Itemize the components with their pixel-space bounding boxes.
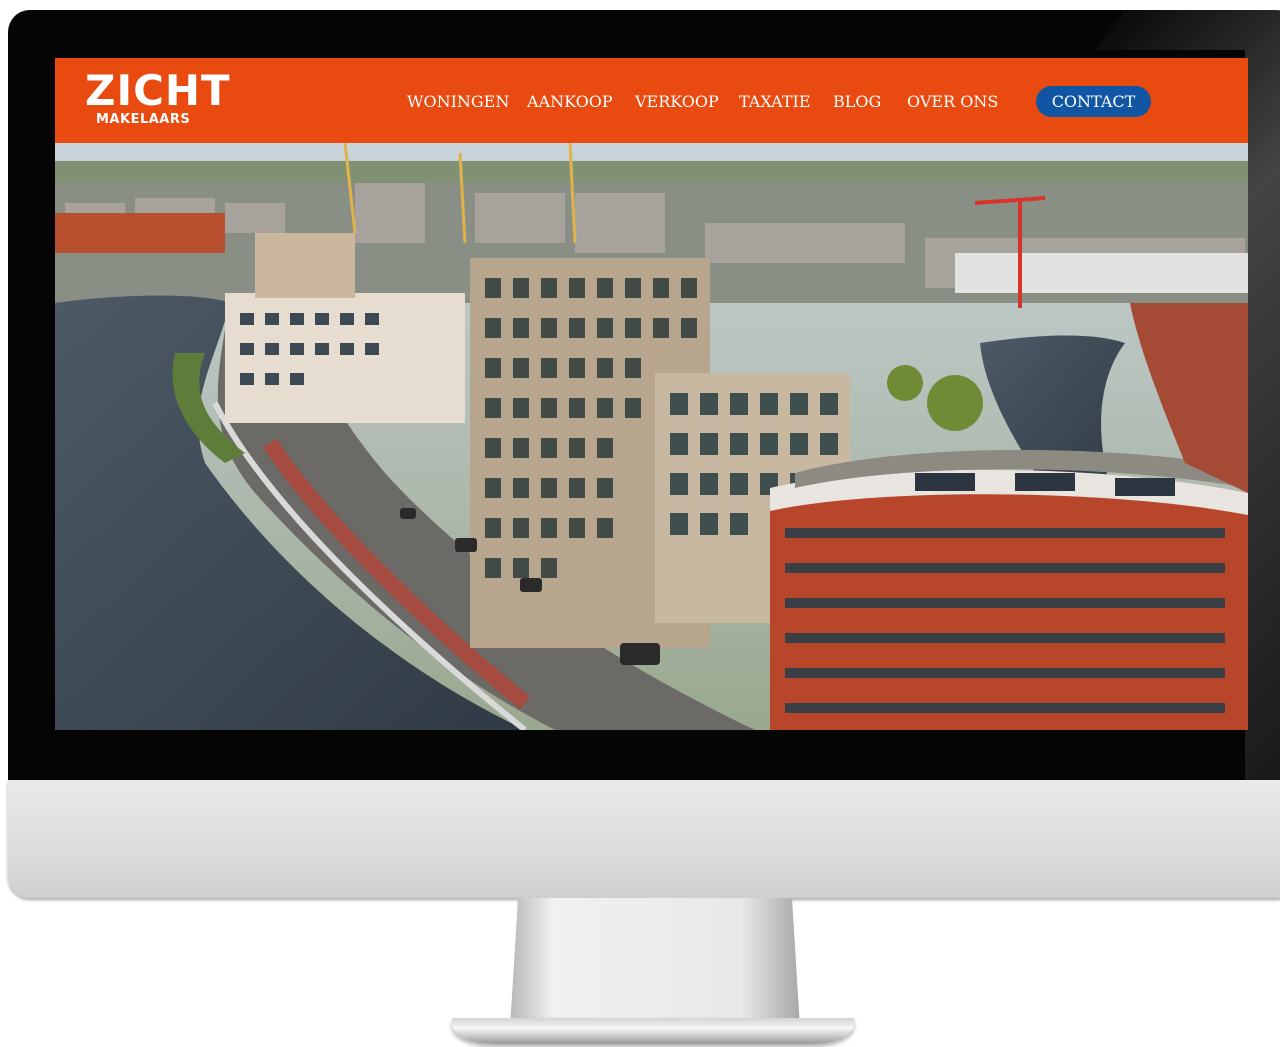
- main-nav: WONINGEN AANKOOP VERKOOP TAXATIE BLOG OV…: [55, 58, 1248, 143]
- monitor-stand-neck: [510, 898, 800, 1028]
- nav-item-blog[interactable]: BLOG: [833, 92, 881, 111]
- contact-button[interactable]: CONTACT: [1036, 86, 1151, 117]
- nav-item-over-ons[interactable]: OVER ONS: [907, 92, 998, 111]
- nav-item-taxatie[interactable]: TAXATIE: [739, 92, 811, 111]
- site-header: ZICHT MAKELAARS WONINGEN AANKOOP VERKOOP…: [55, 58, 1248, 143]
- nav-item-verkoop[interactable]: VERKOOP: [635, 92, 719, 111]
- website-screen: ZICHT MAKELAARS WONINGEN AANKOOP VERKOOP…: [55, 58, 1248, 730]
- hero-image: [55, 143, 1248, 730]
- nav-item-woningen[interactable]: WONINGEN: [407, 92, 509, 111]
- monitor-chin: [8, 780, 1280, 898]
- nav-item-aankoop[interactable]: AANKOOP: [527, 92, 613, 111]
- monitor-stand-foot: [452, 1018, 854, 1044]
